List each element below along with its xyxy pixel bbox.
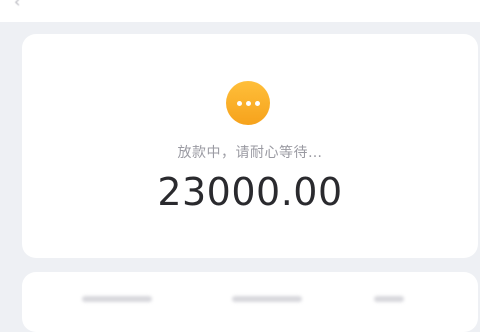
secondary-card <box>22 272 478 332</box>
dot <box>254 100 260 106</box>
blurred-label <box>232 296 302 302</box>
top-navigation-bar: ‹ <box>0 0 480 22</box>
loan-amount: 23000.00 <box>157 170 343 214</box>
loan-status-card: 放款中，请耐心等待… 23000.00 <box>22 34 478 258</box>
dot <box>236 100 242 106</box>
blurred-label <box>374 296 404 302</box>
back-arrow-icon[interactable]: ‹ <box>14 0 20 11</box>
dot <box>245 100 251 106</box>
blurred-label <box>82 296 152 302</box>
status-message: 放款中，请耐心等待… <box>177 145 323 161</box>
more-dots-icon <box>226 81 270 125</box>
